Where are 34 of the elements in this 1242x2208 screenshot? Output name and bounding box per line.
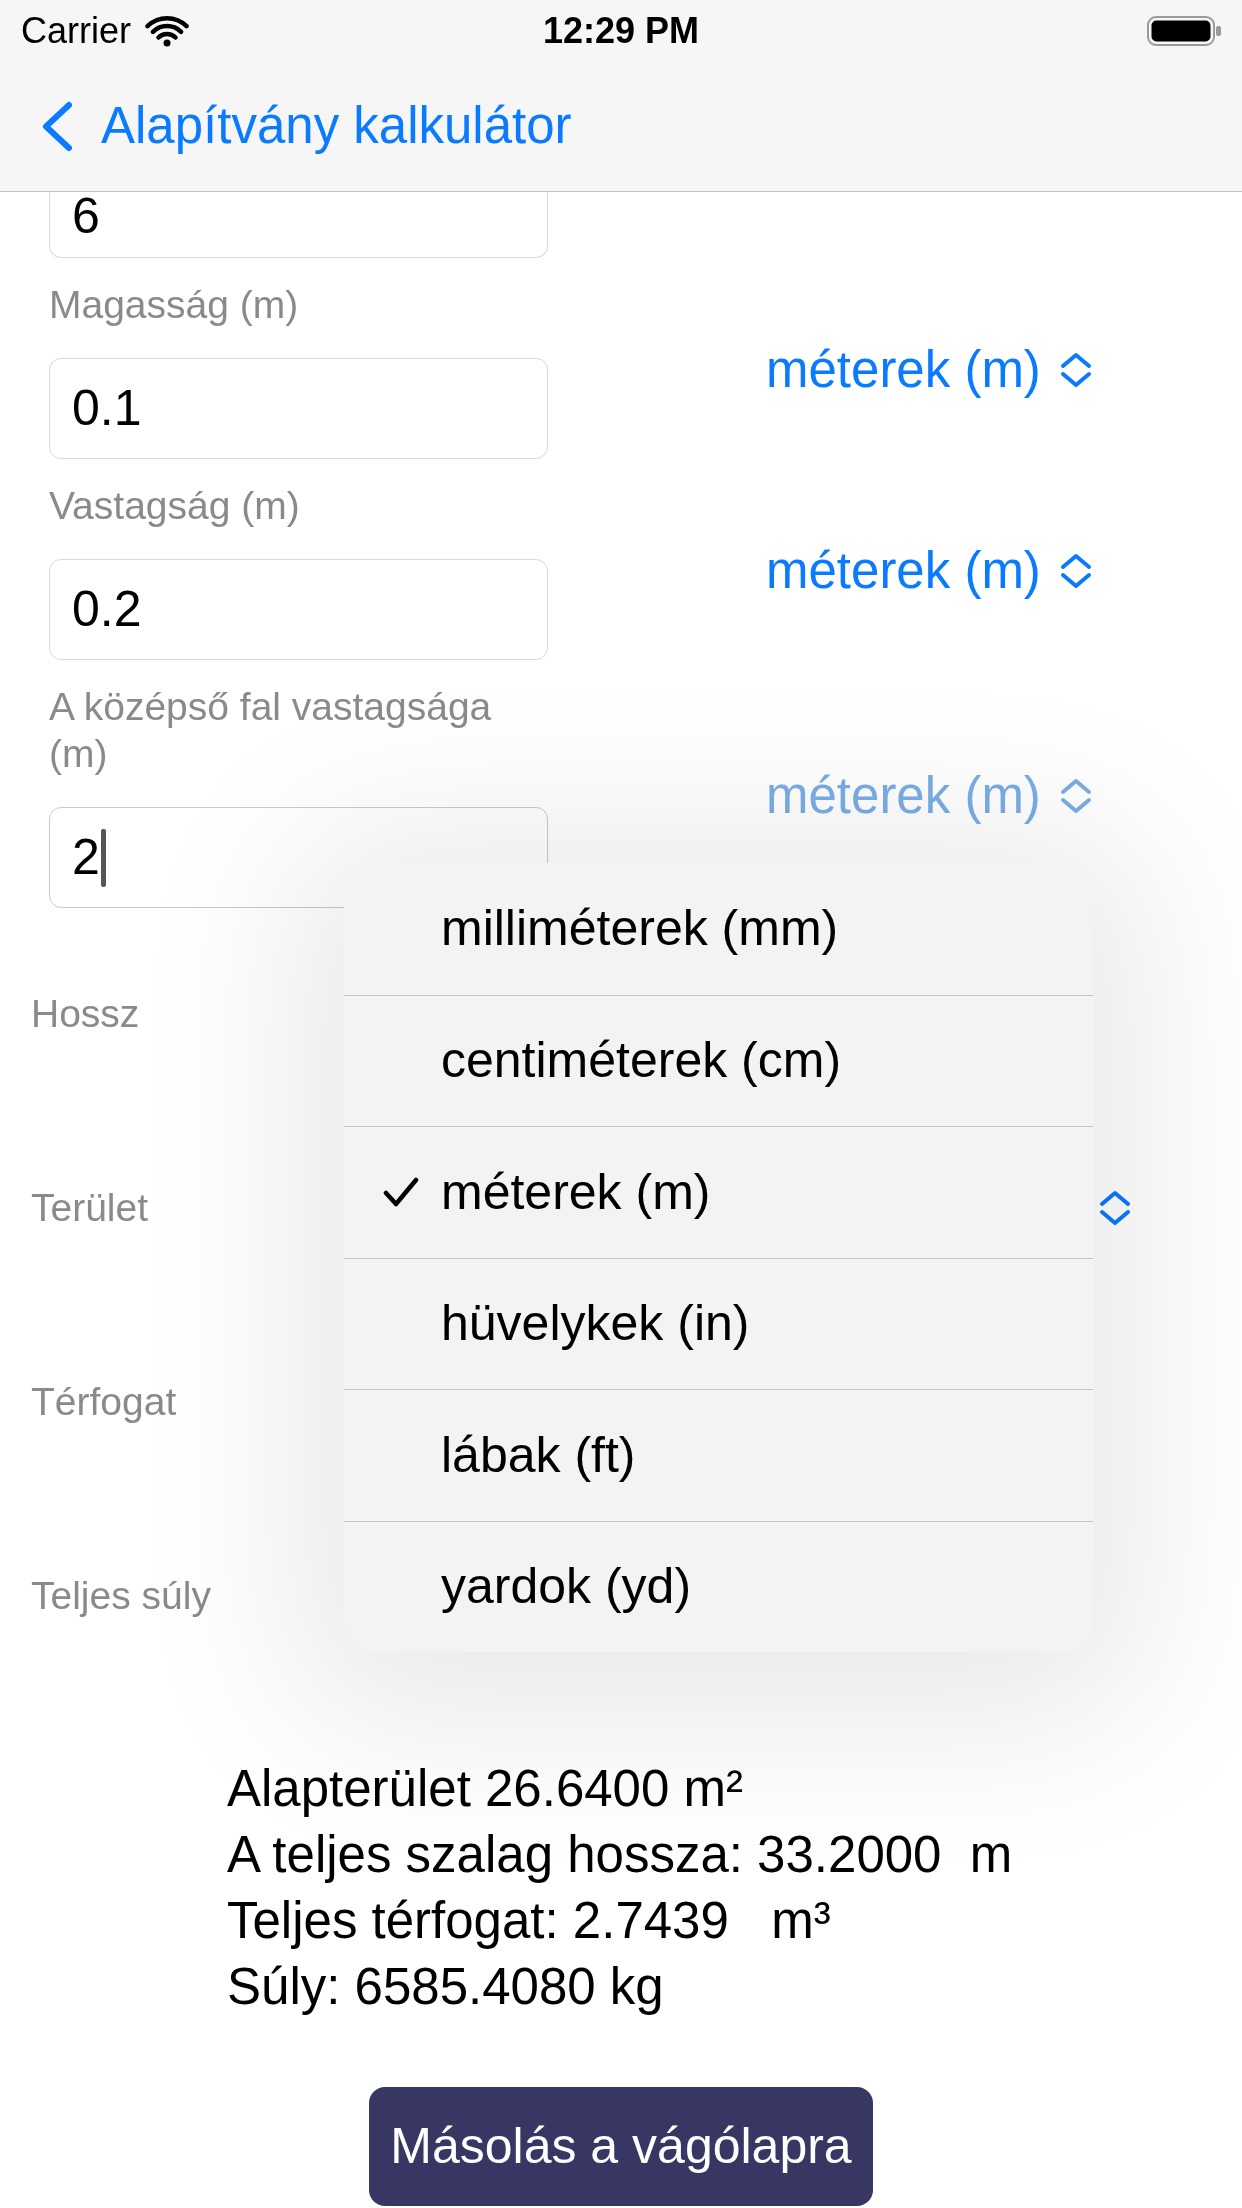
up-down-chevron-icon xyxy=(1059,553,1092,589)
up-down-chevron-icon xyxy=(1059,352,1092,388)
menu-item[interactable]: lábak (ft) xyxy=(344,1389,1093,1521)
field-label: Magasság (m) xyxy=(49,282,300,328)
menu-item[interactable]: centiméterek (cm) xyxy=(344,994,1093,1126)
result-text: Súly: 6585.4080 kg xyxy=(227,1957,665,2017)
field-label: A középső fal vastagsága (m) xyxy=(49,684,493,777)
battery-icon xyxy=(1147,16,1221,46)
up-down-chevron-icon[interactable] xyxy=(1099,1190,1131,1226)
carrier-text: Carrier xyxy=(21,9,131,53)
text-cursor xyxy=(100,828,106,887)
field-label: Vastagság (m) xyxy=(49,483,301,529)
menu-item[interactable]: méterek (m) xyxy=(344,1126,1093,1258)
checkmark-icon xyxy=(383,1176,419,1209)
result-text: Alapterület 26.6400 m² xyxy=(227,1759,744,1819)
output-label: Térfogat xyxy=(31,1378,177,1425)
result-text: Teljes térfogat: 2.7439 m³ xyxy=(227,1891,832,1951)
menu-item[interactable]: hüvelykek (in) xyxy=(344,1257,1093,1389)
back-chevron-icon xyxy=(40,101,74,152)
output-label: Hossz xyxy=(31,990,140,1037)
text-field[interactable]: 6 xyxy=(49,192,548,258)
copy-button[interactable]: Másolás a vágólapra xyxy=(369,2087,873,2206)
output-label: Terület xyxy=(31,1184,149,1231)
wifi-icon xyxy=(145,15,189,47)
result-text: A teljes szalag hossza: 33.2000 m xyxy=(227,1825,1014,1885)
up-down-chevron-icon xyxy=(1059,777,1092,814)
menu-item[interactable]: yardok (yd) xyxy=(344,1520,1093,1652)
unit-picker[interactable]: méterek (m) xyxy=(766,541,1092,601)
back-button[interactable]: Alapítvány kalkulátor xyxy=(0,88,572,165)
unit-picker[interactable]: méterek (m) xyxy=(766,340,1092,400)
clock-text: 12:29 PM xyxy=(542,9,700,53)
text-field[interactable]: 0.1 xyxy=(49,358,548,459)
output-label: Teljes súly xyxy=(31,1572,211,1619)
text-field[interactable]: 0.2 xyxy=(49,559,548,660)
